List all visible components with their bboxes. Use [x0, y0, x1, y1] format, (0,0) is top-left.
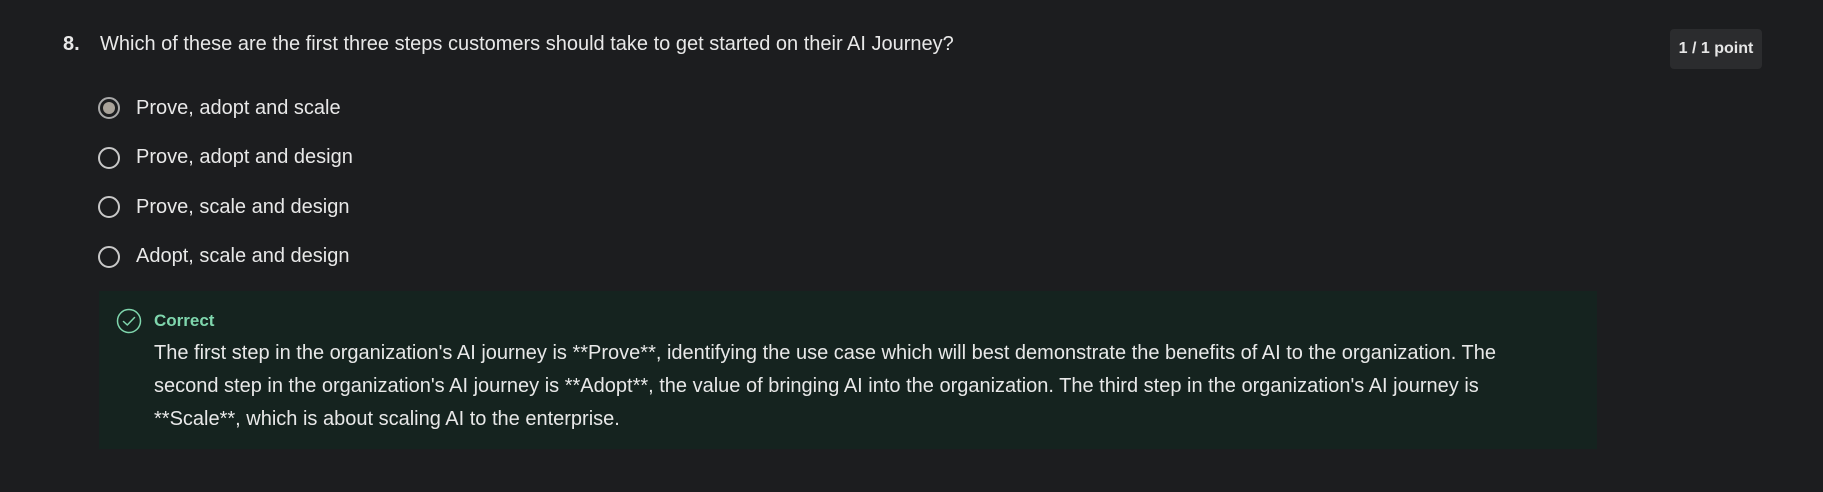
quiz-question: 8. Which of these are the first three st…	[0, 0, 1823, 492]
check-circle-icon	[116, 308, 142, 334]
question-number: 8.	[63, 33, 80, 55]
option-label: Adopt, scale and design	[136, 245, 350, 267]
feedback-panel: Correct The first step in the organizati…	[99, 291, 1597, 449]
radio-button-selected[interactable]	[98, 97, 120, 119]
feedback-explanation: The first step in the organization's AI …	[154, 342, 1496, 430]
radio-button[interactable]	[98, 196, 120, 218]
radio-button[interactable]	[98, 146, 120, 169]
question-text: Which of these are the first three steps…	[100, 33, 954, 55]
option-prove-scale-design[interactable]: Prove, scale and design	[97, 194, 353, 220]
option-label: Prove, scale and design	[136, 195, 350, 218]
feedback-status: Correct	[154, 311, 215, 330]
option-prove-adopt-design[interactable]: Prove, adopt and design	[97, 145, 353, 171]
answer-options: Prove, adopt and scale Prove, adopt and …	[97, 95, 353, 293]
option-label: Prove, adopt and scale	[136, 96, 341, 119]
points-badge: 1 / 1 point	[1670, 29, 1762, 69]
option-label: Prove, adopt and design	[136, 146, 353, 168]
radio-button[interactable]	[98, 245, 120, 268]
option-adopt-scale-design[interactable]: Adopt, scale and design	[97, 244, 353, 270]
option-prove-adopt-scale[interactable]: Prove, adopt and scale	[97, 95, 353, 121]
